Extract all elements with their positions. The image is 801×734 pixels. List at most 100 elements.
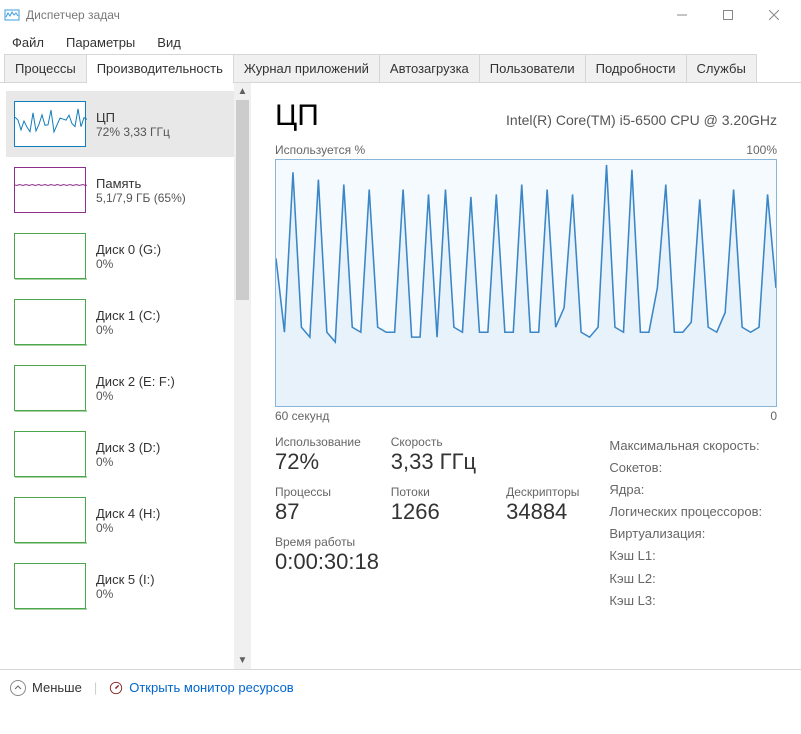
sidebar-item-sub: 0%	[96, 455, 160, 469]
sidebar-item-label: Диск 3 (D:)	[96, 440, 160, 455]
detail-virtualization: Виртуализация:	[609, 523, 762, 545]
tab-processes[interactable]: Процессы	[4, 54, 87, 82]
sidebar-thumb-icon	[14, 299, 86, 345]
sidebar-item-2[interactable]: Диск 0 (G:)0%	[6, 223, 234, 289]
handles-value: 34884	[506, 499, 579, 525]
tab-services[interactable]: Службы	[686, 54, 757, 82]
fewer-details-button[interactable]: Меньше	[10, 680, 82, 696]
sidebar-item-sub: 72% 3,33 ГГц	[96, 125, 170, 139]
sidebar-item-6[interactable]: Диск 4 (H:)0%	[6, 487, 234, 553]
cpu-model-name: Intel(R) Core(TM) i5-6500 CPU @ 3.20GHz	[506, 112, 777, 128]
maximize-icon	[723, 10, 733, 20]
footer-bar: Меньше | Открыть монитор ресурсов	[0, 669, 801, 705]
detail-l1: Кэш L1:	[609, 545, 762, 567]
sidebar-item-label: Диск 5 (I:)	[96, 572, 155, 587]
sidebar-thumb-icon	[14, 563, 86, 609]
app-icon	[4, 7, 20, 23]
sidebar-item-label: Диск 4 (H:)	[96, 506, 160, 521]
detail-cores: Ядра:	[609, 479, 762, 501]
sidebar-item-sub: 0%	[96, 323, 160, 337]
sidebar-item-3[interactable]: Диск 1 (C:)0%	[6, 289, 234, 355]
sidebar-item-text: Диск 1 (C:)0%	[96, 308, 160, 337]
chart-top-labels: Используется % 100%	[275, 143, 777, 157]
tab-startup[interactable]: Автозагрузка	[379, 54, 480, 82]
sidebar-item-text: ЦП72% 3,33 ГГц	[96, 110, 170, 139]
sidebar-thumb-icon	[14, 431, 86, 477]
sidebar-item-label: Диск 0 (G:)	[96, 242, 161, 257]
sidebar-scrollbar[interactable]: ▲ ▼	[234, 83, 251, 669]
menu-view[interactable]: Вид	[153, 33, 185, 52]
sidebar-item-4[interactable]: Диск 2 (E: F:)0%	[6, 355, 234, 421]
chart-label-br: 0	[770, 409, 777, 423]
tab-details[interactable]: Подробности	[585, 54, 687, 82]
sidebar-item-text: Диск 5 (I:)0%	[96, 572, 155, 601]
tab-bar: Процессы Производительность Журнал прило…	[0, 54, 801, 83]
sidebar-item-0[interactable]: ЦП72% 3,33 ГГц	[6, 91, 234, 157]
main-header: ЦП Intel(R) Core(TM) i5-6500 CPU @ 3.20G…	[275, 99, 777, 133]
window-title: Диспетчер задач	[26, 8, 659, 22]
stats-right: Максимальная скорость: Сокетов: Ядра: Ло…	[609, 435, 762, 612]
sidebar-item-7[interactable]: Диск 5 (I:)0%	[6, 553, 234, 619]
processes-value: 87	[275, 499, 361, 525]
tab-performance[interactable]: Производительность	[86, 54, 234, 82]
cpu-usage-chart	[275, 159, 777, 407]
sidebar-item-5[interactable]: Диск 3 (D:)0%	[6, 421, 234, 487]
chart-bottom-labels: 60 секунд 0	[275, 409, 777, 423]
sidebar-item-text: Диск 3 (D:)0%	[96, 440, 160, 469]
detail-sockets: Сокетов:	[609, 457, 762, 479]
sidebar-item-label: Память	[96, 176, 186, 191]
sidebar-item-sub: 0%	[96, 257, 161, 271]
sidebar-item-sub: 0%	[96, 587, 155, 601]
detail-l2: Кэш L2:	[609, 568, 762, 590]
stats-area: Использование 72% Скорость 3,33 ГГц Проц…	[275, 435, 777, 612]
uptime-label: Время работы	[275, 535, 579, 549]
maximize-button[interactable]	[705, 0, 751, 30]
minimize-icon	[677, 10, 687, 20]
speed-label: Скорость	[391, 435, 476, 449]
close-button[interactable]	[751, 0, 797, 30]
menu-file[interactable]: Файл	[8, 33, 48, 52]
sidebar-item-1[interactable]: Память5,1/7,9 ГБ (65%)	[6, 157, 234, 223]
sidebar-item-label: Диск 2 (E: F:)	[96, 374, 175, 389]
threads-value: 1266	[391, 499, 476, 525]
scroll-up-arrow-icon[interactable]: ▲	[234, 83, 251, 100]
menu-options[interactable]: Параметры	[62, 33, 139, 52]
minimize-button[interactable]	[659, 0, 705, 30]
sidebar-item-sub: 0%	[96, 389, 175, 403]
content-area: ЦП72% 3,33 ГГцПамять5,1/7,9 ГБ (65%)Диск…	[0, 83, 801, 669]
sidebar-item-text: Память5,1/7,9 ГБ (65%)	[96, 176, 186, 205]
sidebar-item-text: Диск 2 (E: F:)0%	[96, 374, 175, 403]
sidebar-item-label: Диск 1 (C:)	[96, 308, 160, 323]
open-resource-monitor-label: Открыть монитор ресурсов	[129, 680, 293, 695]
tab-app-history[interactable]: Журнал приложений	[233, 54, 380, 82]
detail-max-speed: Максимальная скорость:	[609, 435, 762, 457]
sidebar-item-text: Диск 0 (G:)0%	[96, 242, 161, 271]
footer-separator: |	[94, 680, 97, 695]
detail-l3: Кэш L3:	[609, 590, 762, 612]
usage-label: Использование	[275, 435, 361, 449]
tab-users[interactable]: Пользователи	[479, 54, 586, 82]
open-resource-monitor-link[interactable]: Открыть монитор ресурсов	[109, 680, 293, 695]
titlebar: Диспетчер задач	[0, 0, 801, 30]
performance-sidebar: ЦП72% 3,33 ГГц Память5,1/7,9 ГБ (65%) Диск…	[0, 83, 234, 669]
detail-logical: Логических процессоров:	[609, 501, 762, 523]
window-controls	[659, 0, 797, 30]
sidebar-item-label: ЦП	[96, 110, 170, 125]
usage-value: 72%	[275, 449, 361, 475]
close-icon	[769, 10, 779, 20]
threads-label: Потоки	[391, 485, 476, 499]
chevron-up-icon	[10, 680, 26, 696]
chart-label-bl: 60 секунд	[275, 409, 329, 423]
page-title: ЦП	[275, 99, 319, 133]
main-panel: ЦП Intel(R) Core(TM) i5-6500 CPU @ 3.20G…	[251, 83, 801, 669]
sidebar-thumb-icon	[14, 365, 86, 411]
scroll-thumb[interactable]	[236, 100, 249, 300]
sidebar-item-sub: 0%	[96, 521, 160, 535]
sidebar-item-sub: 5,1/7,9 ГБ (65%)	[96, 191, 186, 205]
chart-label-tl: Используется %	[275, 143, 365, 157]
chart-label-tr: 100%	[746, 143, 777, 157]
scroll-down-arrow-icon[interactable]: ▼	[234, 652, 251, 669]
menubar: Файл Параметры Вид	[0, 30, 801, 54]
uptime-value: 0:00:30:18	[275, 549, 579, 575]
sidebar-thumb-icon	[14, 167, 86, 213]
